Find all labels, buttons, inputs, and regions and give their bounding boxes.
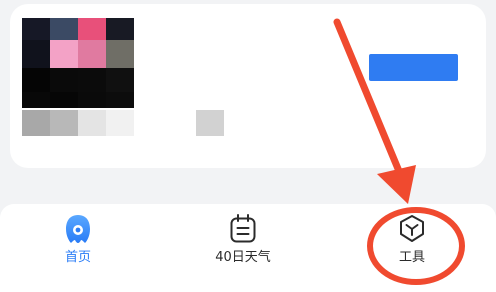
bottom-tab-bar: 首页 40日天气 工具 bbox=[0, 204, 496, 292]
tab-home[interactable]: 首页 bbox=[23, 212, 133, 278]
tab-40-day-weather[interactable]: 40日天气 bbox=[188, 212, 298, 278]
tab-tools[interactable]: 工具 bbox=[357, 212, 467, 278]
calendar-icon bbox=[227, 212, 259, 246]
home-mascot-icon bbox=[62, 212, 94, 246]
pixelated-image bbox=[22, 18, 224, 140]
tools-icon bbox=[396, 212, 428, 246]
redacted-banner bbox=[369, 54, 458, 81]
tab-40-day-weather-label: 40日天气 bbox=[215, 250, 271, 265]
tab-tools-label: 工具 bbox=[398, 250, 425, 265]
tab-home-label: 首页 bbox=[64, 250, 91, 265]
